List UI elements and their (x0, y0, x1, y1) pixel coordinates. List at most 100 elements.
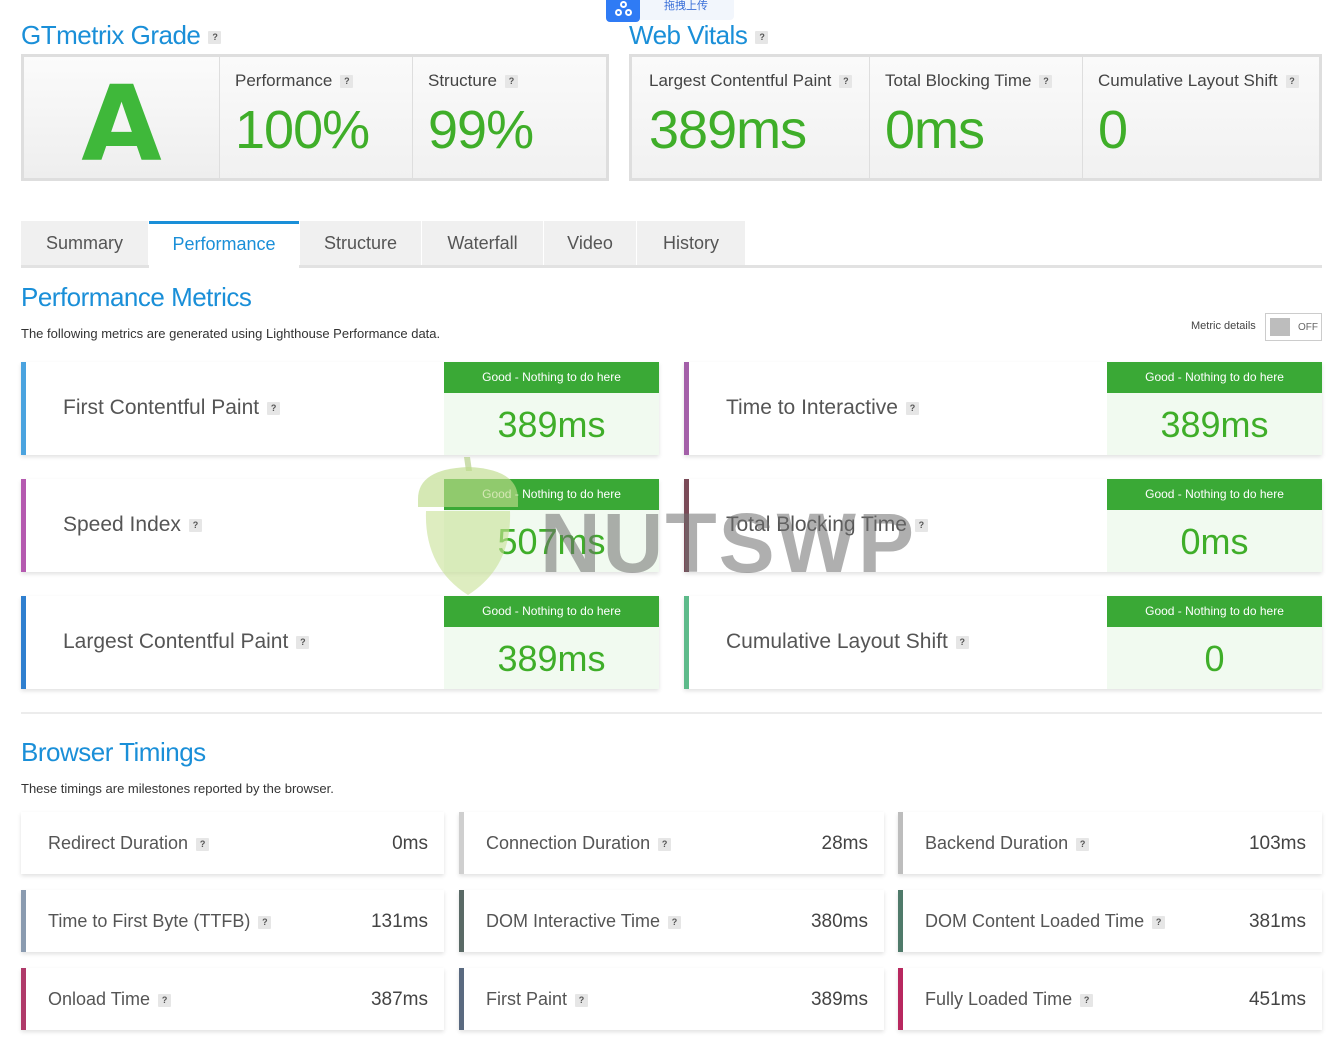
metric-status-badge: Good - Nothing to do here (444, 479, 659, 510)
grade-letter: A (81, 63, 162, 185)
timing-label: Time to First Byte (TTFB) (48, 911, 251, 931)
web-vital-value: 0ms (885, 100, 985, 160)
metric-value: 389ms (497, 404, 606, 445)
performance-metrics-title: Performance Metrics (21, 282, 252, 312)
tab-summary[interactable]: Summary (21, 221, 148, 265)
help-icon[interactable]: ? (267, 401, 281, 415)
help-icon[interactable]: ? (658, 837, 672, 851)
grade-title: GTmetrix Grade? (21, 20, 222, 51)
structure-value: 99% (428, 100, 534, 160)
tab-video[interactable]: Video (544, 221, 636, 265)
web-vitals-panel: Largest Contentful Paint? 389ms Total Bl… (629, 54, 1322, 181)
help-icon[interactable]: ? (1039, 75, 1053, 89)
web-vital-label: Largest Contentful Paint (649, 71, 832, 90)
help-icon[interactable]: ? (158, 993, 172, 1007)
help-icon[interactable]: ? (340, 75, 354, 89)
section-divider (21, 712, 1322, 714)
toggle-knob (1270, 318, 1290, 336)
metric-value: 0 (1204, 638, 1225, 679)
cloud-upload-icon (606, 0, 640, 22)
timing-label: Redirect Duration (48, 833, 189, 853)
metric-label: Largest Contentful Paint (63, 630, 289, 653)
metric-score: Good - Nothing to do here 0 (1107, 596, 1322, 689)
browser-timings-title: Browser Timings (21, 737, 206, 767)
upload-badge-text: 拖拽上传 (664, 0, 708, 12)
metric-value: 389ms (497, 638, 606, 679)
tab-waterfall[interactable]: Waterfall (422, 221, 543, 265)
metric-value: 389ms (1160, 404, 1269, 445)
timing-label: DOM Interactive Time (486, 911, 661, 931)
timing-label: Onload Time (48, 989, 151, 1009)
tab-performance[interactable]: Performance (149, 221, 299, 268)
web-vital-label: Cumulative Layout Shift (1098, 71, 1278, 90)
metric-status-badge: Good - Nothing to do here (1107, 479, 1322, 510)
help-icon[interactable]: ? (839, 75, 853, 89)
metric-card: Largest Contentful Paint? Good - Nothing … (21, 596, 659, 689)
timing-value: 380ms (810, 911, 868, 932)
timing-label: DOM Content Loaded Time (925, 911, 1145, 931)
help-icon[interactable]: ? (575, 993, 589, 1007)
web-vital-label: Total Blocking Time (885, 71, 1032, 90)
timing-card: First Paint? 389ms (459, 968, 884, 1030)
help-icon[interactable]: ? (955, 635, 969, 649)
web-vital-lcp: Largest Contentful Paint? 389ms (632, 57, 869, 178)
help-icon[interactable]: ? (196, 837, 210, 851)
tab-structure[interactable]: Structure (300, 221, 421, 265)
metric-value: 507ms (497, 521, 606, 562)
help-icon[interactable]: ? (296, 635, 310, 649)
metric-card: Time to Interactive? Good - Nothing to do… (684, 362, 1322, 455)
timing-card: Backend Duration? 103ms (898, 812, 1322, 874)
help-icon[interactable]: ? (1080, 993, 1094, 1007)
timing-card: Time to First Byte (TTFB)? 131ms (21, 890, 444, 952)
timing-value: 387ms (370, 989, 428, 1010)
web-vitals-title: Web Vitals? (629, 20, 769, 51)
timing-card: Onload Time? 387ms (21, 968, 444, 1030)
grade-panel: A Performance? 100% Structure? 99% (21, 54, 609, 185)
timing-value: 28ms (821, 833, 868, 854)
upload-badge[interactable]: 拖拽上传 (606, 0, 734, 22)
web-vital-value: 389ms (649, 100, 807, 160)
metric-status-badge: Good - Nothing to do here (1107, 596, 1322, 627)
performance-metrics-description: The following metrics are generated usin… (21, 326, 441, 341)
metric-details-toggle[interactable]: OFF (1265, 313, 1322, 341)
metric-label: Speed Index (63, 513, 181, 536)
help-icon[interactable]: ? (504, 75, 518, 89)
timing-label: Fully Loaded Time (925, 989, 1073, 1009)
metric-card: First Contentful Paint? Good - Nothing to… (21, 362, 659, 455)
timing-value: 451ms (1248, 989, 1306, 1010)
browser-timings-description: These timings are milestones reported by… (21, 781, 334, 796)
timing-card: Fully Loaded Time? 451ms (898, 968, 1322, 1030)
help-icon[interactable]: ? (905, 401, 919, 415)
help-icon[interactable]: ? (914, 518, 928, 532)
metric-label: Total Blocking Time (726, 513, 907, 536)
metric-card: Total Blocking Time? Good - Nothing to do… (684, 479, 1322, 572)
grade-letter-cell: A (24, 57, 219, 185)
metric-status-badge: Good - Nothing to do here (1107, 362, 1322, 393)
timing-label: Connection Duration (486, 833, 651, 853)
report-tabs: Summary Performance Structure Waterfall … (21, 221, 1322, 268)
help-icon[interactable]: ? (755, 30, 769, 44)
metric-score: Good - Nothing to do here 389ms (1107, 362, 1322, 455)
metric-score: Good - Nothing to do here 389ms (444, 362, 659, 455)
help-icon[interactable]: ? (668, 915, 682, 929)
timing-value: 389ms (810, 989, 868, 1010)
timing-label: First Paint (486, 989, 568, 1009)
metric-details-label: Metric details (1191, 320, 1256, 332)
help-icon[interactable]: ? (208, 30, 222, 44)
timing-value: 381ms (1248, 911, 1306, 932)
metric-label: First Contentful Paint (63, 396, 260, 419)
tab-history[interactable]: History (637, 221, 745, 265)
help-icon[interactable]: ? (1076, 837, 1090, 851)
help-icon[interactable]: ? (188, 518, 202, 532)
help-icon[interactable]: ? (1152, 915, 1166, 929)
metric-score: Good - Nothing to do here 389ms (444, 596, 659, 689)
web-vital-tbt: Total Blocking Time? 0ms (870, 57, 1082, 178)
timing-card: DOM Interactive Time? 380ms (459, 890, 884, 952)
timing-card: Redirect Duration? 0ms (21, 812, 444, 874)
structure-score: Structure? 99% (413, 57, 606, 178)
performance-label: Performance (235, 71, 333, 90)
web-vital-value: 0 (1098, 100, 1128, 160)
help-icon[interactable]: ? (258, 915, 272, 929)
help-icon[interactable]: ? (1285, 75, 1299, 89)
performance-score: Performance? 100% (220, 57, 412, 178)
